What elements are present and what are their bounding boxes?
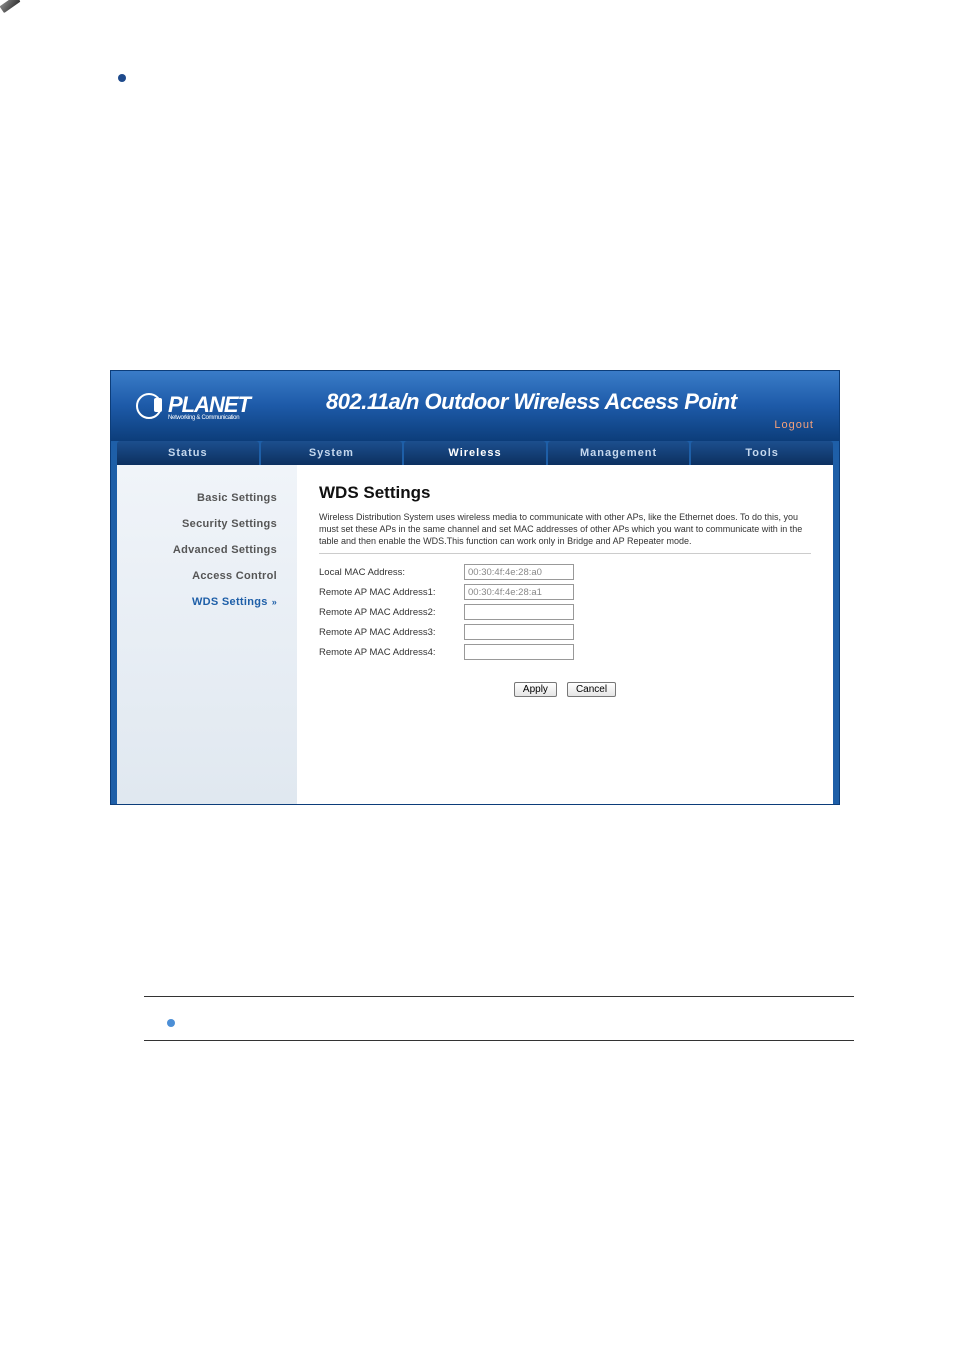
field-label: Local MAC Address: [319, 567, 464, 578]
main-panel: WDS Settings Wireless Distribution Syste… [297, 465, 833, 804]
sidebar-item-label: Security Settings [182, 518, 277, 530]
content-area: Basic Settings Security Settings Advance… [117, 465, 833, 804]
sidebar-item-security-settings[interactable]: Security Settings [117, 511, 285, 537]
page-title: WDS Settings [319, 483, 811, 503]
tab-tools[interactable]: Tools [691, 441, 833, 465]
router-admin-screenshot: PLANET Networking & Communication 802.11… [110, 370, 840, 805]
sidebar-item-label: Access Control [192, 570, 277, 582]
sidebar-item-label: Basic Settings [197, 492, 277, 504]
cancel-button[interactable]: Cancel [567, 682, 616, 697]
remote-mac-4-input[interactable] [464, 644, 574, 660]
banner-title: 802.11a/n Outdoor Wireless Access Point [326, 389, 737, 415]
sidebar-item-access-control[interactable]: Access Control [117, 563, 285, 589]
field-label: Remote AP MAC Address4: [319, 647, 464, 658]
logo-icon [136, 393, 162, 419]
tab-status[interactable]: Status [117, 441, 259, 465]
divider [319, 553, 811, 554]
sidebar-item-label: Advanced Settings [173, 544, 277, 556]
logo-brand: PLANET [168, 392, 250, 418]
tab-system[interactable]: System [261, 441, 403, 465]
tab-wireless[interactable]: Wireless [404, 441, 546, 465]
sidebar-item-basic-settings[interactable]: Basic Settings [117, 485, 285, 511]
logout-link[interactable]: Logout [774, 419, 814, 431]
field-remote-mac-1: Remote AP MAC Address1: 00:30:4f:4e:28:a… [319, 584, 811, 600]
field-remote-mac-4: Remote AP MAC Address4: [319, 644, 811, 660]
button-row: Apply Cancel [319, 682, 811, 697]
field-label: Remote AP MAC Address2: [319, 607, 464, 618]
note-pencil-icon [0, 0, 20, 13]
remote-mac-2-input[interactable] [464, 604, 574, 620]
sidebar-item-advanced-settings[interactable]: Advanced Settings [117, 537, 285, 563]
field-label: Remote AP MAC Address3: [319, 627, 464, 638]
apply-button[interactable]: Apply [514, 682, 557, 697]
field-label: Remote AP MAC Address1: [319, 587, 464, 598]
bullet-icon [167, 1019, 175, 1027]
sidebar-item-wds-settings[interactable]: WDS Settings » [117, 589, 285, 615]
remote-mac-3-input[interactable] [464, 624, 574, 640]
page-description: Wireless Distribution System uses wirele… [319, 511, 811, 547]
logo: PLANET Networking & Communication [136, 392, 250, 421]
note-divider [144, 1040, 854, 1041]
field-local-mac: Local MAC Address: 00:30:4f:4e:28:a0 [319, 564, 811, 580]
local-mac-input[interactable]: 00:30:4f:4e:28:a0 [464, 564, 574, 580]
banner: PLANET Networking & Communication 802.11… [111, 371, 839, 441]
nav-tabs: Status System Wireless Management Tools [111, 441, 839, 465]
logo-tagline: Networking & Communication [168, 415, 250, 421]
sidebar: Basic Settings Security Settings Advance… [117, 465, 297, 804]
field-remote-mac-3: Remote AP MAC Address3: [319, 624, 811, 640]
note-divider [144, 996, 854, 997]
chevron-right-icon: » [272, 597, 277, 607]
bullet-icon [118, 74, 126, 82]
remote-mac-1-input[interactable]: 00:30:4f:4e:28:a1 [464, 584, 574, 600]
field-remote-mac-2: Remote AP MAC Address2: [319, 604, 811, 620]
sidebar-item-label: WDS Settings [192, 596, 268, 608]
tab-management[interactable]: Management [548, 441, 690, 465]
